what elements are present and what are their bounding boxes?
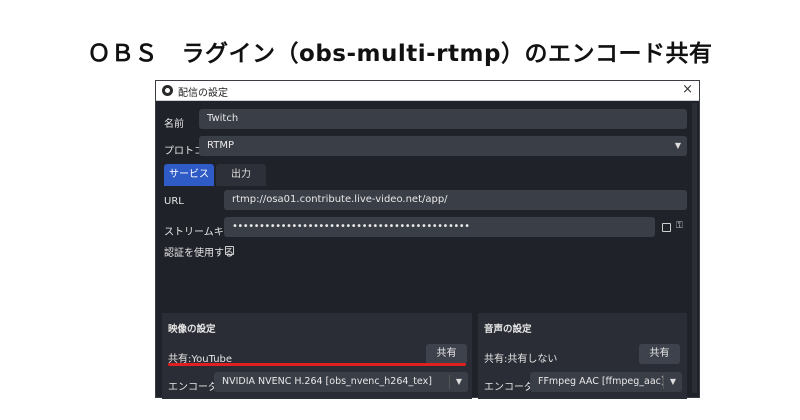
url-label: URL (164, 196, 184, 207)
chevron-down-icon: ▼ (674, 141, 681, 150)
show-key-checkbox[interactable] (662, 223, 671, 232)
audio-encoder-select[interactable]: FFmpeg AAC [ffmpeg_aac] ▼ (530, 372, 682, 392)
video-encoder-select[interactable]: NVIDIA NVENC H.264 [obs_nvenc_h264_tex] … (214, 372, 468, 392)
protocol-value: RTMP (207, 140, 234, 151)
tab-output[interactable]: 出力 (216, 164, 266, 186)
window-title: 配信の設定 (178, 88, 228, 99)
audio-settings-panel: 音声の設定 共有:共有しない 共有 エンコーダ FFmpeg AAC [ffmp… (478, 313, 687, 399)
key-icon[interactable]: ⚿ (676, 221, 686, 231)
url-field[interactable]: rtmp://osa01.contribute.live-video.net/a… (224, 190, 687, 210)
audio-share-button[interactable]: 共有 (639, 344, 680, 364)
video-settings-panel: 映像の設定 共有:YouTube 共有 エンコーダ NVIDIA NVENC H… (162, 313, 472, 399)
dropdown-separator (449, 375, 450, 389)
auth-label: 認証を使用する (164, 248, 234, 259)
scrollbar[interactable] (692, 103, 697, 393)
protocol-select[interactable]: RTMP ▼ (199, 136, 687, 156)
video-share-button[interactable]: 共有 (426, 344, 467, 364)
chevron-down-icon: ▼ (455, 377, 462, 386)
dropdown-separator (663, 375, 664, 389)
obs-logo-icon (162, 85, 173, 96)
window-titlebar: 配信の設定 × (156, 81, 699, 101)
highlight-underline (168, 363, 466, 366)
video-panel-title: 映像の設定 (168, 324, 216, 335)
audio-encoder-label: エンコーダ (484, 382, 534, 393)
audio-panel-title: 音声の設定 (484, 324, 532, 335)
name-field[interactable]: Twitch (199, 109, 687, 129)
video-encoder-label: エンコーダ (168, 382, 218, 393)
video-encoder-value: NVIDIA NVENC H.264 [obs_nvenc_h264_tex] (222, 376, 432, 387)
close-icon[interactable]: × (682, 82, 693, 97)
page-heading: ＯＢＳ ラグイン（obs-multi-rtmp）のエンコード共有 (87, 41, 713, 67)
chevron-down-icon: ▼ (669, 377, 676, 386)
audio-encoder-value: FFmpeg AAC [ffmpeg_aac] (538, 376, 665, 387)
name-label: 名前 (164, 119, 184, 130)
tab-service[interactable]: サービス (164, 164, 214, 186)
audio-share-status: 共有:共有しない (484, 354, 558, 365)
auth-checkbox[interactable] (225, 246, 234, 255)
stream-settings-dialog: 配信の設定 × 名前 Twitch プロトコル RTMP ▼ サービス 出力 U… (155, 80, 700, 399)
stream-key-field[interactable]: ••••••••••••••••••••••••••••••••••••••••… (224, 217, 655, 237)
